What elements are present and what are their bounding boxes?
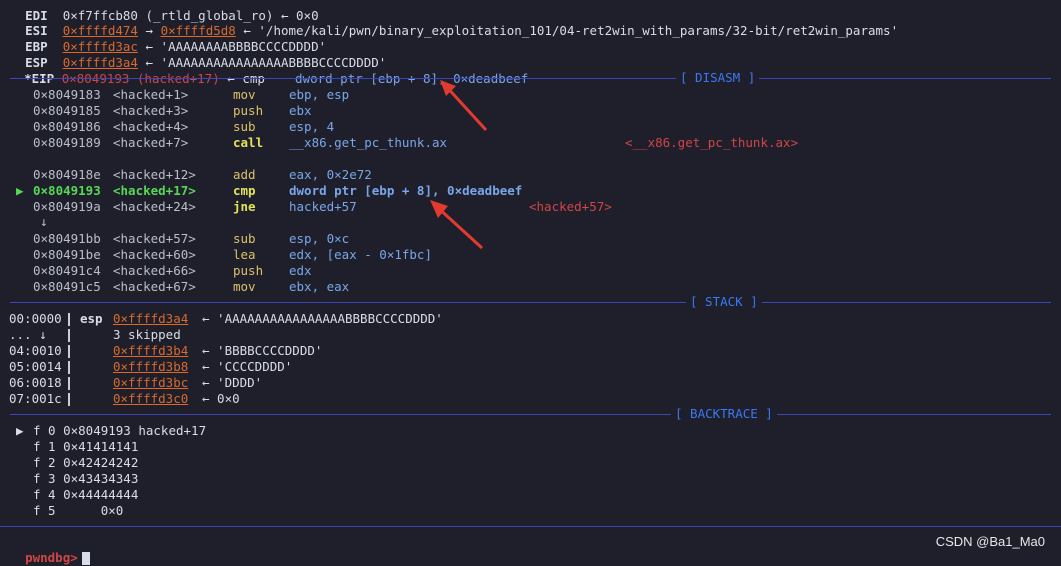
- current-frame-marker: ▶: [16, 423, 24, 438]
- disasm-operands: esp, 4: [289, 119, 335, 134]
- stack-separator: [68, 393, 70, 406]
- disasm-symbol: <hacked+4>: [113, 119, 189, 134]
- disasm-address: 0×8049189: [33, 135, 101, 150]
- backtrace-frame: f 4 0×44444444: [33, 487, 139, 502]
- disasm-address: 0×8049193: [33, 183, 101, 198]
- disasm-target: <hacked+57>: [529, 199, 612, 214]
- stack-separator: [68, 345, 70, 358]
- jump-down-arrow: ↓: [40, 214, 48, 229]
- stack-index: 00:0000: [9, 311, 62, 326]
- watermark: CSDN @Ba1_Ma0: [935, 534, 1045, 549]
- disasm-address: 0×80491bb: [33, 231, 101, 246]
- disasm-symbol: <hacked+67>: [113, 279, 196, 294]
- disasm-operands: edx, [eax - 0×1fbc]: [289, 247, 432, 262]
- backtrace-frame: f 5 0×0: [33, 503, 124, 518]
- backtrace-frame: f 2 0×42424242: [33, 455, 139, 470]
- disasm-address: 0×80491c5: [33, 279, 101, 294]
- disasm-operands: __x86.get_pc_thunk.ax: [289, 135, 448, 150]
- stack-value: ← 'DDDD': [202, 375, 263, 390]
- disasm-operands: ebx, eax: [289, 279, 350, 294]
- disasm-address: 0×804918e: [33, 167, 101, 182]
- stack-address[interactable]: 0×ffffd3c0: [113, 391, 188, 407]
- register-eip: *EIP 0×8049193 (hacked+17) ← cmp dword p…: [9, 55, 528, 86]
- disasm-operands: hacked+57: [289, 199, 357, 214]
- stack-index: 05:0014: [9, 359, 62, 374]
- disasm-mnemonic: push: [233, 263, 264, 278]
- disasm-target: <__x86.get_pc_thunk.ax>: [625, 135, 799, 150]
- bottom-divider: [0, 526, 1061, 527]
- stack-register: esp: [80, 311, 103, 326]
- disasm-operands: edx: [289, 263, 312, 278]
- disasm-symbol: <hacked+57>: [113, 231, 196, 246]
- disasm-mnemonic: jne: [233, 199, 256, 214]
- disasm-symbol: <hacked+60>: [113, 247, 196, 262]
- disasm-address: 0×8049183: [33, 87, 101, 102]
- disasm-operands: ebp, esp: [289, 87, 350, 102]
- disasm-symbol: <hacked+24>: [113, 199, 196, 214]
- annotation-arrow-2: [430, 200, 484, 250]
- backtrace-frame: f 1 0×41414141: [33, 439, 139, 454]
- disasm-address: 0×804919a: [33, 199, 101, 214]
- backtrace-divider: [10, 414, 1051, 415]
- disasm-mnemonic: mov: [233, 279, 256, 294]
- disasm-symbol: <hacked+12>: [113, 167, 196, 182]
- disasm-divider: [10, 78, 1051, 79]
- disasm-symbol: <hacked+66>: [113, 263, 196, 278]
- backtrace-frame: f 3 0×43434343: [33, 471, 139, 486]
- backtrace-header: [ BACKTRACE ]: [671, 406, 777, 422]
- register-esp: ESP 0×ffffd3a4 ← 'AAAAAAAAAAAAAAAABBBBCC…: [10, 39, 386, 70]
- stack-value: 3 skipped: [113, 327, 181, 342]
- stack-value: ← 'AAAAAAAAAAAAAAAABBBBCCCCDDDD': [202, 311, 443, 326]
- backtrace-frame: f 0 0×8049193 hacked+17: [33, 423, 207, 438]
- stack-value: ← 'CCCCDDDD': [202, 359, 293, 374]
- disasm-address: 0×8049185: [33, 103, 101, 118]
- disasm-symbol: <hacked+17>: [113, 183, 196, 198]
- annotation-arrow-1: [440, 80, 488, 132]
- stack-divider: [10, 302, 1051, 303]
- disasm-mnemonic: call: [233, 135, 264, 150]
- disasm-symbol: <hacked+3>: [113, 103, 189, 118]
- disasm-operands: ebx: [289, 103, 312, 118]
- stack-separator: [68, 361, 70, 374]
- stack-index: ... ↓: [9, 327, 47, 342]
- text-cursor: [81, 552, 90, 565]
- stack-index: 07:001c: [9, 391, 62, 406]
- disasm-operands: esp, 0×c: [289, 231, 350, 246]
- stack-index: 06:0018: [9, 375, 62, 390]
- register-esi: ESI 0×ffffd474 → 0×ffffd5d8 ← '/home/kal…: [10, 7, 898, 38]
- disasm-mnemonic: mov: [233, 87, 256, 102]
- stack-address[interactable]: 0×ffffd3a4: [113, 311, 188, 327]
- disasm-mnemonic: push: [233, 103, 264, 118]
- stack-header: [ STACK ]: [686, 294, 762, 310]
- prompt-line[interactable]: pwndbg>: [10, 534, 90, 565]
- stack-value: ← 'BBBBCCCCDDDD': [202, 343, 323, 358]
- disasm-address: 0×80491c4: [33, 263, 101, 278]
- stack-address[interactable]: 0×ffffd3b8: [113, 359, 188, 375]
- disasm-address: 0×80491be: [33, 247, 101, 262]
- disasm-operands: eax, 0×2e72: [289, 167, 372, 182]
- stack-separator: [68, 377, 70, 390]
- disasm-mnemonic: lea: [233, 247, 256, 262]
- stack-value: ← 0×0: [202, 391, 240, 406]
- stack-address[interactable]: 0×ffffd3b4: [113, 343, 188, 359]
- stack-address[interactable]: 0×ffffd3bc: [113, 375, 188, 391]
- disasm-mnemonic: add: [233, 167, 256, 182]
- disasm-address: 0×8049186: [33, 119, 101, 134]
- disasm-header: [ DISASM ]: [676, 70, 760, 86]
- disasm-symbol: <hacked+1>: [113, 87, 189, 102]
- register-ebp: EBP 0×ffffd3ac ← 'AAAAAAAABBBBCCCCDDDD': [10, 23, 326, 54]
- disasm-symbol: <hacked+7>: [113, 135, 189, 150]
- stack-separator: [68, 329, 70, 342]
- disasm-mnemonic: sub: [233, 231, 256, 246]
- disasm-mnemonic: sub: [233, 119, 256, 134]
- stack-separator: [68, 313, 70, 326]
- current-instruction-marker: ▶: [16, 183, 24, 198]
- stack-index: 04:0010: [9, 343, 62, 358]
- disasm-mnemonic: cmp: [233, 183, 256, 198]
- register-rest: ← '/home/kali/pwn/binary_exploitation_10…: [243, 23, 899, 38]
